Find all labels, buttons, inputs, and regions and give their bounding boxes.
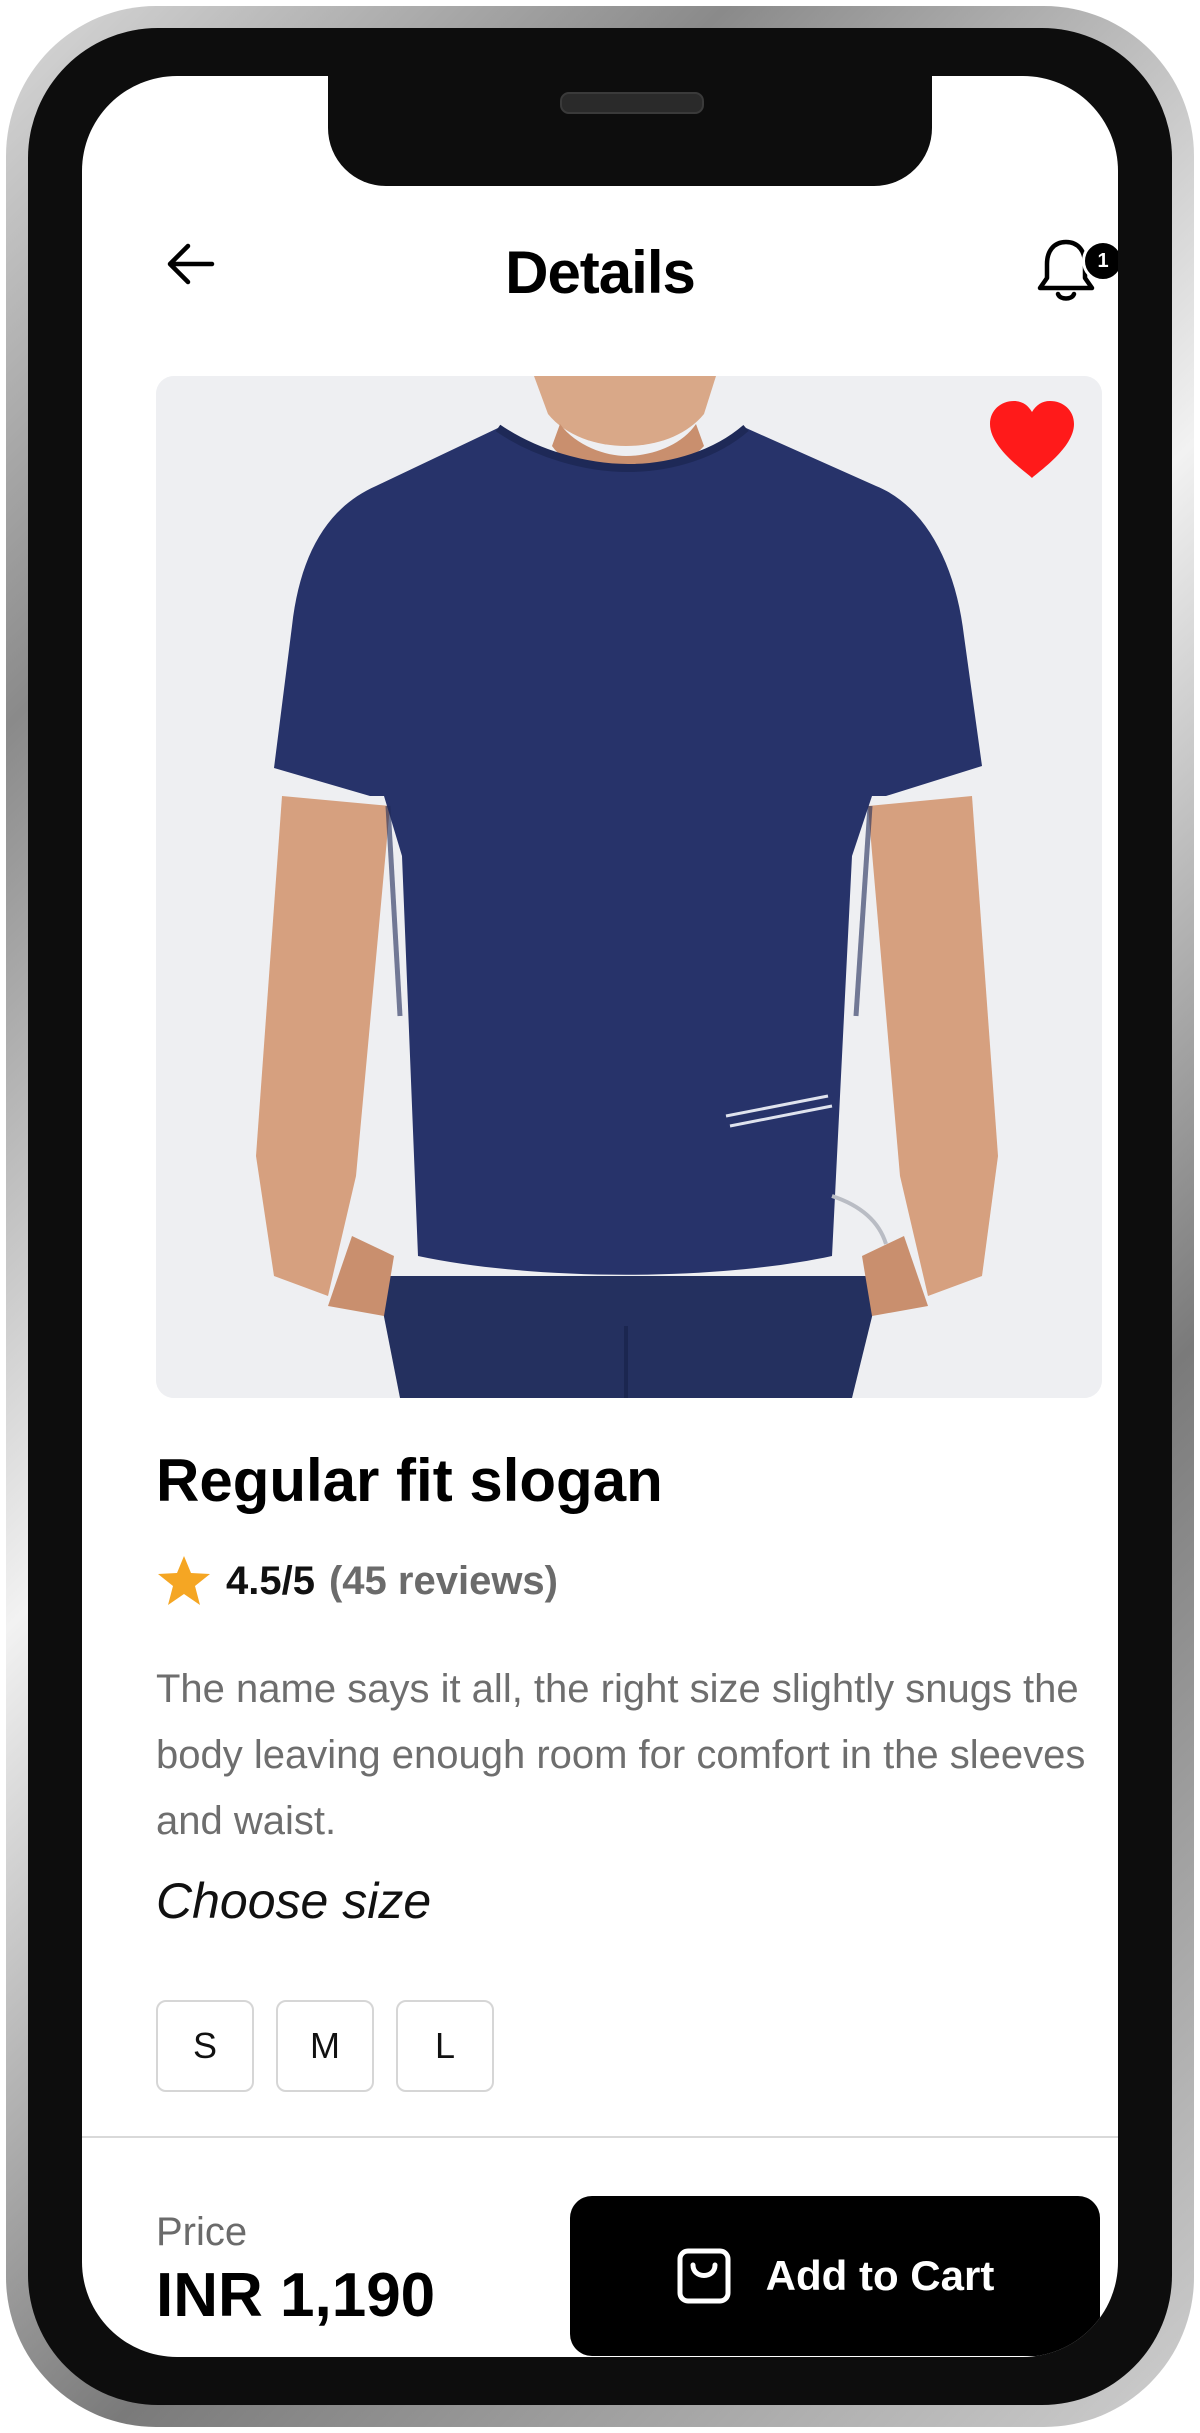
size-section-title: Choose size (156, 1873, 432, 1929)
speaker-grille (560, 92, 704, 114)
notification-badge: 1 (1082, 240, 1118, 282)
size-option-s[interactable]: S (156, 2000, 254, 2092)
page-title: Details (505, 239, 696, 306)
add-to-cart-button[interactable]: Add to Cart (570, 2196, 1100, 2356)
heart-icon (990, 401, 1074, 478)
review-count: (45 reviews) (328, 1558, 558, 1603)
phone-notch (328, 76, 932, 186)
price-value: INR 1,190 (156, 2261, 436, 2330)
shopping-bag-icon (677, 2248, 731, 2304)
product-name: Regular fit slogan (156, 1447, 663, 1514)
price-label: Price (156, 2210, 248, 2254)
size-options: S M L (156, 2000, 494, 2092)
favorite-button[interactable] (986, 398, 1078, 482)
rating-value: 4.5/5 (226, 1558, 315, 1603)
size-option-l[interactable]: L (396, 2000, 494, 2092)
product-photo (156, 376, 1102, 1398)
size-option-m[interactable]: M (276, 2000, 374, 2092)
footer-divider (82, 2136, 1118, 2138)
product-image (156, 376, 1102, 1398)
star-icon (158, 1556, 210, 1605)
add-to-cart-label: Add to Cart (765, 2252, 995, 2299)
product-description: The name says it all, the right size sli… (156, 1667, 1086, 1843)
app-screen: Details 1 Regular fit slogan 4.5/5 (45 r… (82, 76, 1118, 2357)
phone-bezel: Details 1 Regular fit slogan 4.5/5 (45 r… (28, 28, 1172, 2405)
rating-row: 4.5/5 (45 reviews) (156, 1554, 558, 1608)
phone-frame: Details 1 Regular fit slogan 4.5/5 (45 r… (6, 6, 1194, 2427)
